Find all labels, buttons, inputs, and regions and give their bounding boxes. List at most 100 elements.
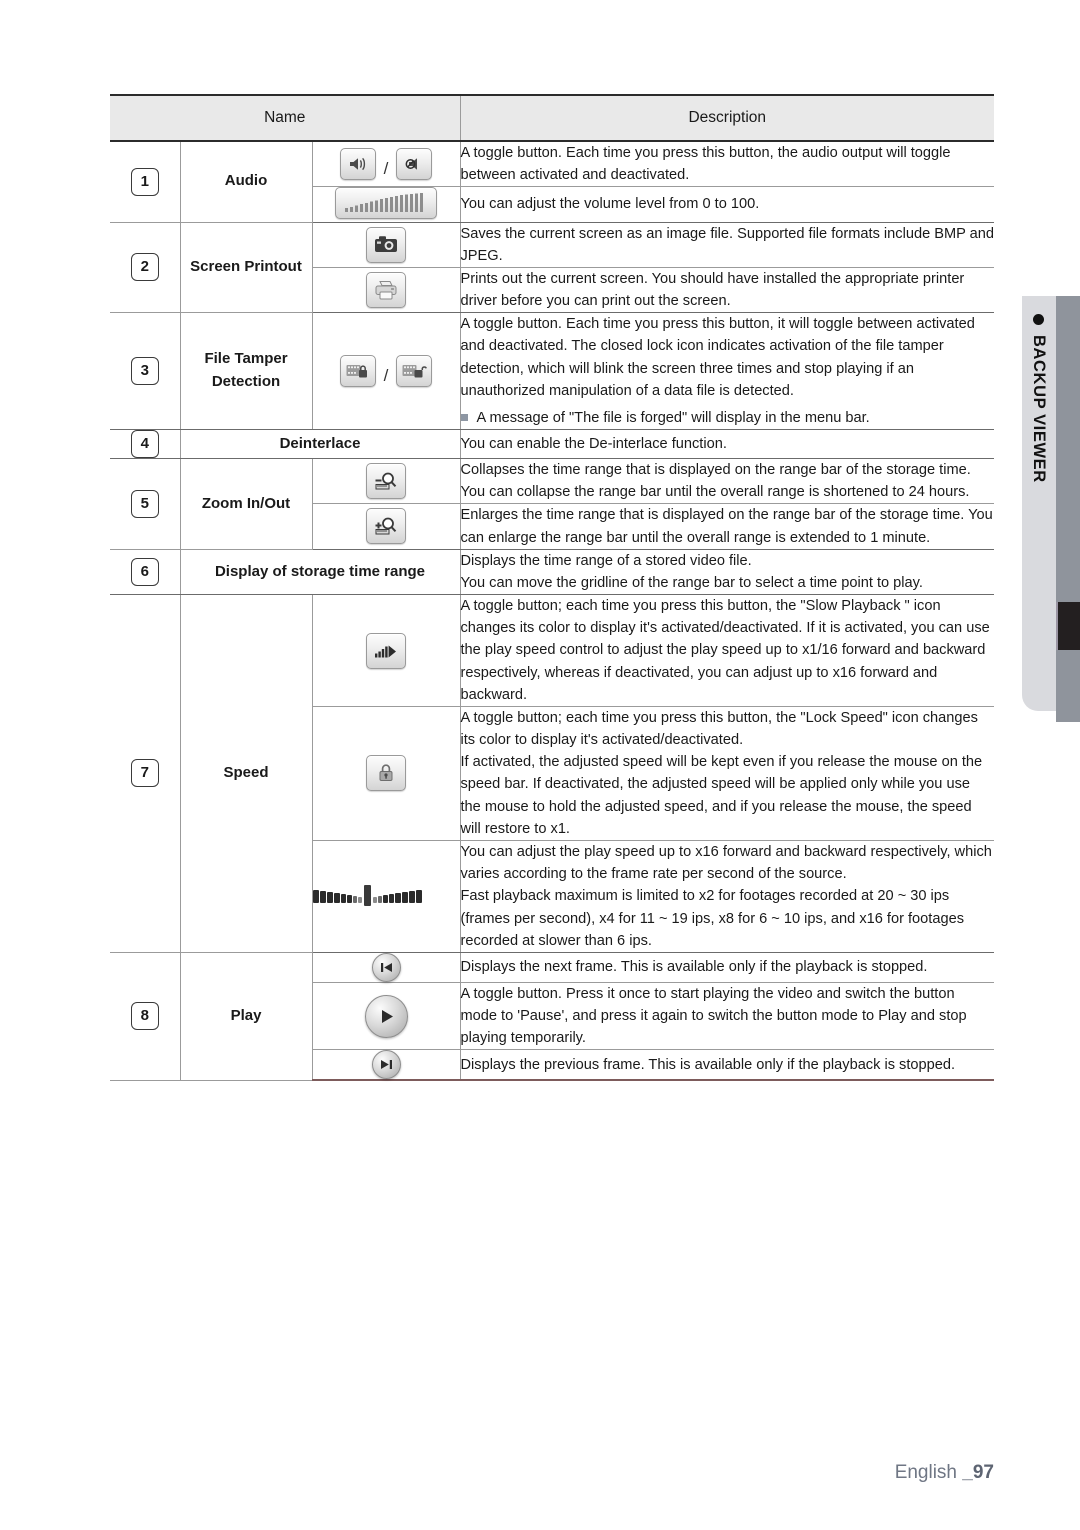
row-description-cell: Displays the previous frame. This is ava… [460,1049,994,1082]
description-text: Displays the previous frame. This is ava… [460,1056,956,1073]
speed-bar-icon [312,883,460,909]
table-row: 4 Deinterlace You can enable the De-inte… [110,429,994,460]
next-frame-icon [371,952,401,982]
section-tab-backup-viewer: BACKUP VIEWER [1022,296,1056,711]
description-text: You can enable the De-interlace function… [460,435,727,452]
row-number-cell: 6 [110,549,181,596]
description-text-2: You can move the gridline of the range b… [460,574,923,591]
description-text: Collapses the time range that is display… [460,462,971,501]
row-description-cell: Collapses the time range that is display… [460,458,994,505]
bullet-dot-icon [1033,314,1045,325]
row-number-badge: 1 [130,167,159,196]
header-cell-description: Description [460,94,994,142]
row-icon-cell [312,982,461,1051]
row-description-cell: A toggle button; each time you press thi… [460,706,994,841]
row-icon-cell: / [312,141,461,188]
side-bar-gray-upper [1056,296,1080,602]
row-number-cell: 2 [110,222,181,314]
table-body: 1 Audio / A toggle button. Each time you… [110,141,995,1082]
row-name-cell: Display of storage time range [180,549,461,596]
row-description-cell: You can adjust the play speed up to x16 … [460,840,994,953]
table-row: 7 Speed A toggle button; each time you p… [110,594,994,953]
table-row: 1 Audio / A toggle button. Each time you… [110,141,994,223]
row-description-cell: A toggle button. Each time you press thi… [460,312,995,431]
row-number-badge: 5 [130,489,159,518]
row-number-cell: 7 [110,594,181,953]
table-row: 8 Play Displays the next frame. This is … [110,952,994,1081]
square-bullet-icon [460,413,468,421]
description-text: A toggle button. Each time you press thi… [460,145,951,184]
note-text: A message of "The file is forged" will d… [476,409,870,426]
row-name-cell: File Tamper Detection [180,312,313,431]
description-text: A toggle button; each time you press thi… [460,709,978,749]
row-name-cell: Screen Printout [180,222,313,314]
row-number-badge: 7 [130,759,159,788]
table-row: 3 File Tamper Detection / A toggle butto… [110,312,995,431]
footer-page-number: _97 [962,1462,994,1483]
row-icon-cell [312,706,461,841]
play-icon [364,994,408,1038]
description-text: A toggle button. Each time you press thi… [460,316,975,399]
row-description-cell: A toggle button. Press it once to start … [460,982,994,1051]
description-text-2: If activated, the adjusted speed will be… [460,754,983,837]
row-icon-cell [312,222,461,268]
row-description-cell: You can adjust the volume level from 0 t… [460,186,994,223]
description-text: You can adjust the play speed up to x16 … [460,843,992,883]
row-number-badge: 3 [130,357,159,386]
description-text: Displays the next frame. This is availab… [460,959,928,976]
row-number-cell: 5 [110,458,181,550]
feature-reference-table: Name Description 1 Audio / A toggle butt… [110,94,995,1082]
row-icon-cell [312,458,461,505]
row-number-badge: 8 [130,1002,159,1031]
row-name-cell: Deinterlace [180,429,461,460]
description-text: A toggle button; each time you press thi… [460,598,990,703]
row-icon-cell [312,840,461,953]
row-name-line1: File Tamper [204,350,288,368]
row-name-line2: Detection [211,373,281,391]
row-name-cell: Audio [180,141,313,223]
speaker-on-icon [339,148,376,181]
row-name-cell: Speed [180,594,313,953]
lock-speed-icon [366,755,406,792]
footer-language-label: English [894,1462,963,1483]
description-text: You can adjust the volume level from 0 t… [460,196,760,213]
row-description-cell: Displays the time range of a stored vide… [460,549,994,596]
page-footer: English _97 [0,1462,994,1484]
row-number-badge: 6 [130,557,159,586]
header-cell-name: Name [110,94,461,142]
row-icon-cell [312,594,461,707]
previous-frame-icon [371,1050,401,1080]
row-number-badge: 2 [130,253,159,282]
separator-slash: / [383,366,389,386]
row-number-badge: 4 [130,430,159,459]
separator-slash: / [383,159,389,179]
table-header: Name Description [110,94,994,142]
row-description-cell: You can enable the De-interlace function… [460,429,994,460]
spec-table: Name Description 1 Audio / A toggle butt… [110,94,995,1082]
printer-icon [366,271,406,308]
table-row: 2 Screen Printout Saves the current scre… [110,222,994,314]
row-name-cell: Play [180,952,313,1081]
camera-icon [366,226,406,263]
row-icon-cell: / [312,312,461,431]
zoom-out-icon [366,463,406,500]
row-description-cell: A toggle button; each time you press thi… [460,594,994,707]
row-number-cell: 3 [110,312,181,431]
slow-playback-icon [366,632,406,669]
row-description-cell: Enlarges the time range that is displaye… [460,503,994,550]
row-icon-cell [312,267,461,314]
row-icon-cell [312,503,461,550]
row-description-cell: A toggle button. Each time you press thi… [460,141,994,188]
row-number-cell: 8 [110,952,181,1081]
note-bullet-row: A message of "The file is forged" will d… [460,407,995,429]
zoom-in-icon [366,508,406,545]
row-description-cell: Saves the current screen as an image fil… [460,222,994,268]
side-bar-dark-marker [1056,602,1080,650]
description-text: A toggle button. Press it once to start … [460,985,967,1047]
table-row: 5 Zoom In/Out Collapses the time range t… [110,458,994,550]
section-tab-label: BACKUP VIEWER [1030,335,1049,483]
row-name-cell: Zoom In/Out [180,458,313,550]
description-text: Prints out the current screen. You shoul… [460,270,965,310]
row-number-cell: 1 [110,141,181,223]
row-icon-cell [312,952,461,983]
